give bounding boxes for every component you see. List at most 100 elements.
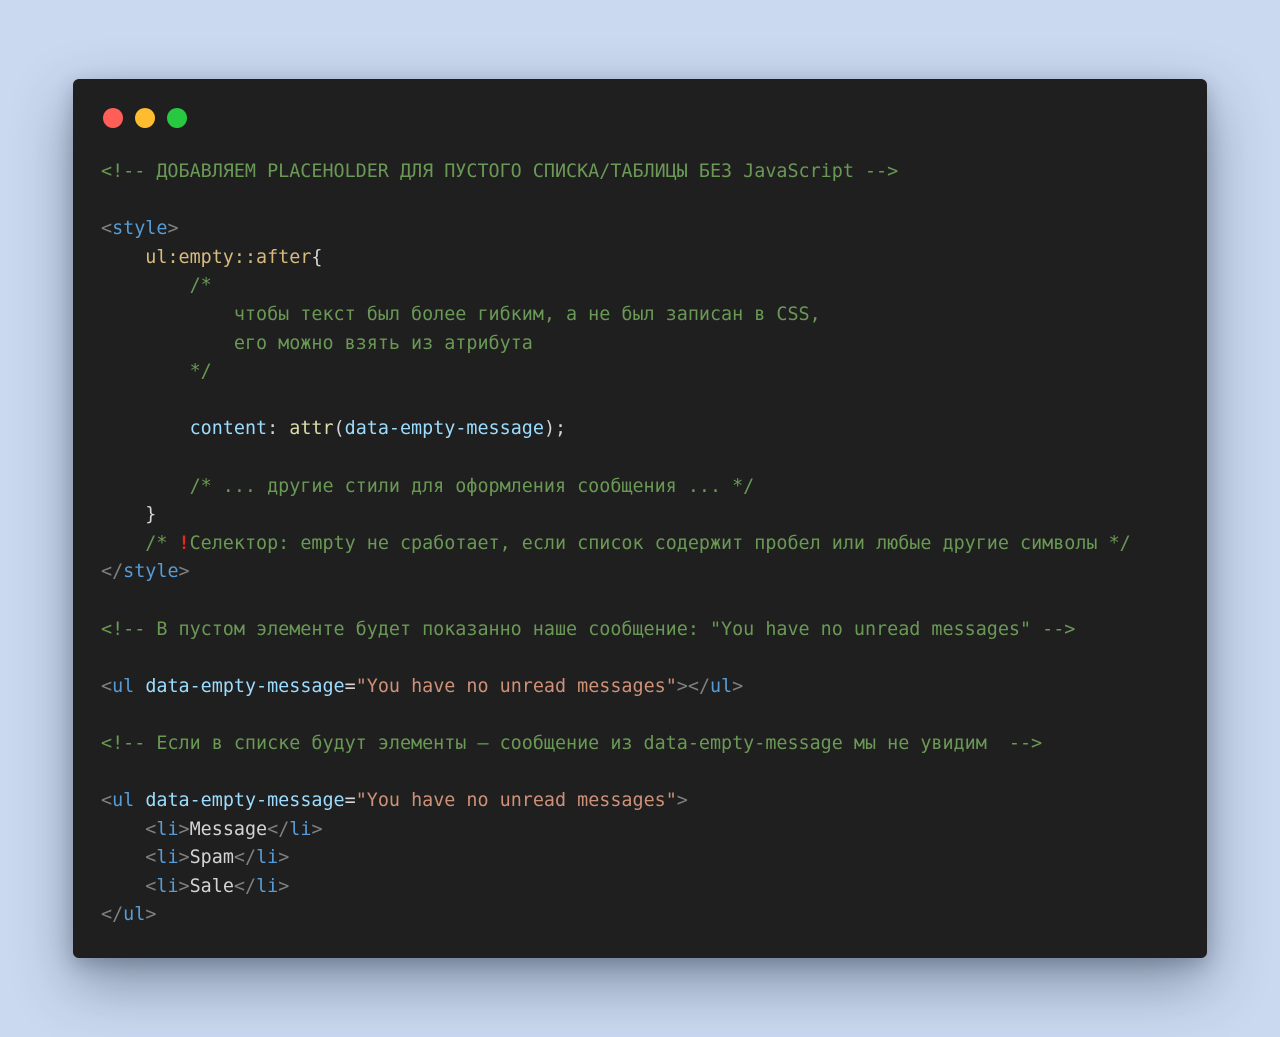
code-token: data-empty-message [145, 675, 345, 697]
code-token: чтобы текст был более гибким, а не был з… [101, 303, 821, 325]
code-token: > [278, 847, 290, 869]
code-token: = [344, 675, 356, 697]
code-line: <!-- Если в списке будут элементы — сооб… [101, 730, 1131, 759]
code-token: > [178, 847, 190, 869]
code-line: content: attr(data-empty-message); [101, 415, 1131, 444]
code-line: } [101, 501, 1131, 530]
code-token: li [256, 875, 279, 897]
code-token: <!-- ДОБАВЛЯЕМ PLACEHOLDER ДЛЯ ПУСТОГО С… [101, 161, 899, 182]
code-line: /* ... другие стили для оформления сообщ… [101, 473, 1131, 502]
zoom-button[interactable] [167, 108, 187, 128]
code-token: "You have no unread messages" [355, 675, 677, 697]
code-token: </ [101, 561, 124, 583]
code-token: = [344, 790, 356, 812]
code-line: <li>Sale</li> [101, 873, 1131, 902]
code-token: style [123, 561, 179, 583]
code-token: Spam [189, 847, 234, 869]
code-token: ul [112, 675, 135, 697]
code-token: > [178, 561, 190, 583]
code-token: } [101, 504, 157, 526]
code-token: li [156, 847, 179, 869]
code-token: <!-- В пустом элементе будет показанно н… [101, 618, 1076, 640]
code-token: ul [710, 675, 733, 697]
code-token: : [267, 418, 290, 440]
code-token: li [289, 818, 312, 840]
code-token: Sale [189, 875, 234, 897]
code-line: <ul data-empty-message="You have no unre… [101, 673, 1131, 702]
code-token: /* [101, 275, 212, 297]
code-token: < [101, 875, 157, 897]
minimize-button[interactable] [135, 108, 155, 128]
close-button[interactable] [103, 108, 123, 128]
code-token: < [101, 218, 113, 240]
code-token: < [101, 818, 157, 840]
code-line: <li>Spam</li> [101, 844, 1131, 873]
code-token: > [732, 675, 744, 697]
code-token: Message [189, 818, 268, 840]
code-token: ul:empty::after [145, 246, 312, 268]
code-token: > [167, 218, 179, 240]
code-token: style [112, 218, 168, 240]
code-token: data-empty-message [145, 790, 345, 812]
code-token: attr [289, 418, 334, 440]
code-token: <!-- Если в списке будут элементы — сооб… [101, 732, 1043, 754]
code-token: /* ... другие стили для оформления сообщ… [101, 475, 755, 497]
code-token: { [311, 246, 323, 268]
code-token: </ [233, 847, 257, 869]
code-token: < [101, 847, 157, 869]
code-token: > [178, 818, 190, 840]
code-token: < [101, 675, 113, 697]
code-token: li [156, 818, 179, 840]
code-line: <ul data-empty-message="You have no unre… [101, 787, 1131, 816]
code-token: li [156, 875, 179, 897]
code-token: ></ [676, 675, 711, 697]
code-line: </ul> [101, 901, 1131, 930]
code-token: li [256, 847, 279, 869]
code-line: <li>Message</li> [101, 816, 1131, 845]
code-line: </style> [101, 558, 1131, 587]
code-token: content [189, 418, 268, 440]
window-controls [103, 108, 187, 128]
code-window: <!-- ДОБАВЛЯЕМ PLACEHOLDER ДЛЯ ПУСТОГО С… [73, 79, 1207, 958]
code-token: </ [267, 818, 290, 840]
code-token: ( [333, 418, 345, 440]
code-token: ul [112, 790, 135, 812]
code-token: > [278, 875, 290, 897]
code-line: ul:empty::after{ [101, 244, 1131, 273]
code-line: его можно взять из атрибута [101, 330, 1131, 359]
code-line: /* [101, 272, 1131, 301]
code-line: */ [101, 358, 1131, 387]
code-token: /* [101, 532, 179, 554]
code-token: < [101, 790, 113, 812]
code-token: data-empty-message [344, 418, 544, 440]
code-token: его можно взять из атрибута [101, 332, 533, 354]
code-token: </ [233, 875, 257, 897]
code-token: > [178, 875, 190, 897]
code-line: <!-- ДОБАВЛЯЕМ PLACEHOLDER ДЛЯ ПУСТОГО С… [101, 158, 1131, 187]
code-token: "You have no unread messages" [355, 790, 677, 812]
code-token: > [311, 818, 323, 840]
code-token: > [145, 904, 157, 926]
code-token: ul [123, 904, 146, 926]
code-token: > [676, 790, 688, 812]
code-line: <!-- В пустом элементе будет показанно н… [101, 616, 1131, 645]
code-line: /* !Селектор: empty не сработает, если с… [101, 530, 1131, 559]
code-line: <style> [101, 215, 1131, 244]
code-token: */ [101, 361, 212, 383]
code-block: <!-- ДОБАВЛЯЕМ PLACEHOLDER ДЛЯ ПУСТОГО С… [101, 158, 1131, 930]
warning-mark: ! [178, 532, 190, 554]
code-token: </ [101, 904, 124, 926]
code-token: Селектор: empty не сработает, если списо… [189, 532, 1131, 554]
code-token: ); [543, 418, 567, 440]
